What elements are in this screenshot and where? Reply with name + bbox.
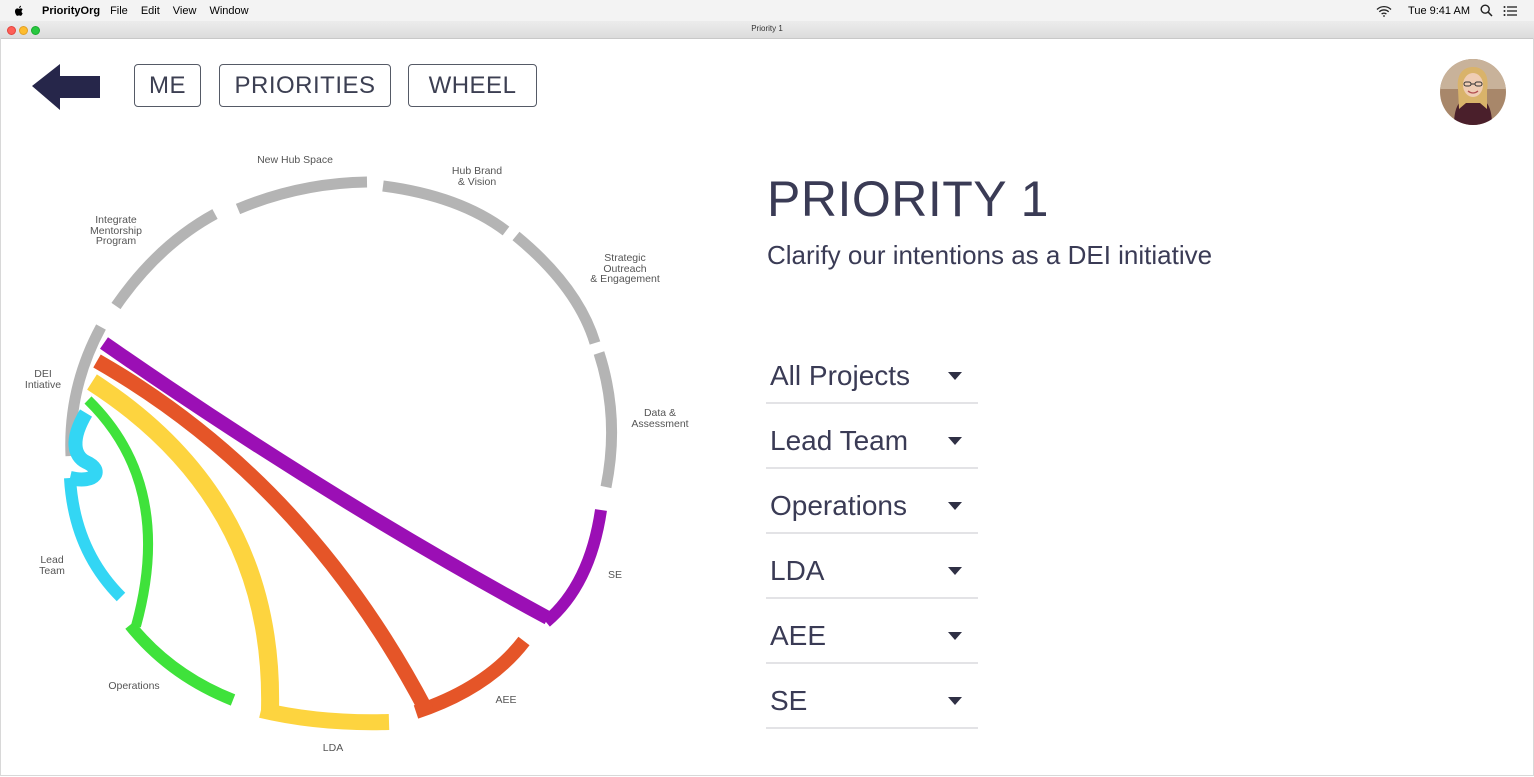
search-icon[interactable] — [1480, 4, 1493, 17]
wheel-arc-new-hub-space[interactable] — [235, 176, 368, 215]
caret-down-icon[interactable] — [948, 437, 962, 445]
caret-down-icon[interactable] — [948, 697, 962, 705]
wheel-label-operations: Operations — [108, 680, 160, 692]
dropdown-label: Operations — [770, 490, 907, 521]
wifi-icon[interactable] — [1376, 5, 1392, 17]
dropdown-label: LDA — [770, 555, 825, 586]
wheel-label-dei-initiative: DEI Intiative — [24, 368, 62, 391]
chord-se[interactable] — [100, 337, 552, 625]
wheel-arc-lda[interactable] — [259, 702, 390, 731]
wheel-arc-data-assessment[interactable] — [593, 351, 618, 489]
dropdown-lda[interactable]: LDA — [766, 547, 978, 599]
wheel-label-integrate-mentorship: Integrate Mentorship Program — [90, 214, 142, 247]
wheel-label-se: SE — [607, 569, 622, 581]
wheel-label-strategic-outreach: Strategic Outreach & Engagement — [590, 252, 660, 285]
dropdown-all-projects[interactable]: All Projects — [766, 352, 978, 404]
dropdown-label: All Projects — [770, 360, 911, 391]
list-menu-icon[interactable] — [1503, 5, 1518, 17]
chord-lead-team[interactable] — [68, 409, 103, 487]
priority-wheel-chart — [64, 176, 618, 731]
dropdown-aee[interactable]: AEE — [766, 612, 978, 664]
dropdown-label: AEE — [770, 620, 827, 651]
dropdown-se[interactable]: SE — [766, 677, 978, 729]
wheel-arc-lead-team[interactable] — [64, 477, 126, 602]
avatar[interactable] — [1440, 59, 1506, 125]
dropdown-operations[interactable]: Operations — [766, 482, 978, 534]
caret-down-icon[interactable] — [948, 632, 962, 640]
caret-down-icon[interactable] — [948, 567, 962, 575]
caret-down-icon[interactable] — [948, 502, 962, 510]
dropdown-lead-team[interactable]: Lead Team — [766, 417, 978, 469]
priority-subtitle: Clarify our intentions as a DEI initiati… — [767, 240, 1213, 270]
wheel-arc-se[interactable] — [542, 509, 607, 627]
wheel-label-aee: AEE — [495, 694, 517, 706]
caret-down-icon[interactable] — [948, 372, 962, 380]
page-title: PRIORITY 1 — [767, 171, 1049, 227]
dropdown-label: SE — [770, 685, 808, 716]
dropdown-label: Lead Team — [770, 425, 909, 456]
wheel-label-new-hub-space: New Hub Space — [257, 154, 333, 166]
wheel-arc-hub-brand-vision[interactable] — [382, 180, 510, 236]
user-portrait-icon — [1440, 59, 1506, 125]
wheel-label-data-assessment: Data & Assessment — [631, 407, 689, 430]
wheel-label-lead-team: Lead Team — [39, 554, 65, 577]
wheel-label-lda: LDA — [322, 742, 344, 754]
wheel-label-hub-brand: Hub Brand & Vision — [451, 165, 503, 188]
clock[interactable]: Tue 9:41 AM — [1408, 5, 1470, 17]
